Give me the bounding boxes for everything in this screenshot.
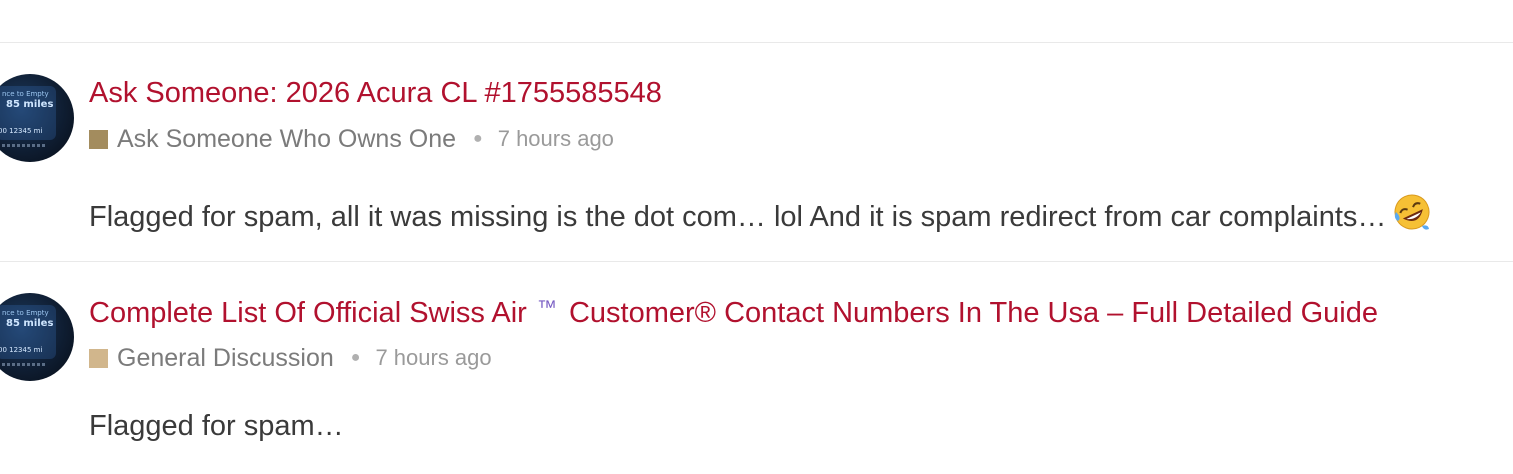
avatar-text-line2: 85 miles [6,318,54,329]
relative-time[interactable]: 7 hours ago [498,126,614,152]
activity-item: nce to Empty 85 miles 00 12345 mi Ask So… [0,42,1513,261]
post-excerpt: Flagged for spam… [89,410,344,443]
topic-title-part1: Complete List Of Official Swiss Air [89,297,527,329]
avatar-text-line1: nce to Empty [2,309,49,317]
category-color-badge [89,348,108,368]
post-excerpt-text: Flagged for spam, all it was missing is … [89,201,1387,233]
topic-meta: Ask Someone Who Owns One ● 7 hours ago [89,124,614,154]
post-excerpt-text: Flagged for spam… [89,410,344,442]
category-link[interactable]: Ask Someone Who Owns One [117,125,456,154]
avatar-strip [2,363,46,366]
relative-time[interactable]: 7 hours ago [375,345,491,371]
rolling-on-the-floor-laughing-emoji-icon [1392,192,1432,240]
user-avatar[interactable]: nce to Empty 85 miles 00 12345 mi [0,293,74,381]
activity-item: nce to Empty 85 miles 00 12345 mi Comple… [0,261,1513,474]
topic-title-part2: Customer® Contact Numbers In The Usa – F… [568,297,1378,329]
category-link[interactable]: General Discussion [117,344,334,373]
avatar-text-line1: nce to Empty [2,90,49,98]
user-avatar[interactable]: nce to Empty 85 miles 00 12345 mi [0,74,74,162]
separator-dot: ● [473,130,483,147]
avatar-strip [2,144,46,147]
activity-stream: nce to Empty 85 miles 00 12345 mi Ask So… [0,0,1513,474]
post-excerpt: Flagged for spam, all it was missing is … [89,192,1432,240]
avatar-text-line2: 85 miles [6,99,54,110]
trademark-symbol: ™ [536,297,557,319]
separator-dot: ● [350,349,361,366]
category-color-badge [89,129,108,149]
topic-title-link[interactable]: Ask Someone: 2026 Acura CL #1755585548 [89,77,662,110]
topic-title-link[interactable]: Complete List Of Official Swiss Air ™ Cu… [89,297,1378,330]
avatar-text-line3: 00 12345 mi [0,346,43,354]
avatar-text-line3: 00 12345 mi [0,127,43,135]
topic-meta: General Discussion ● 7 hours ago [89,343,492,373]
